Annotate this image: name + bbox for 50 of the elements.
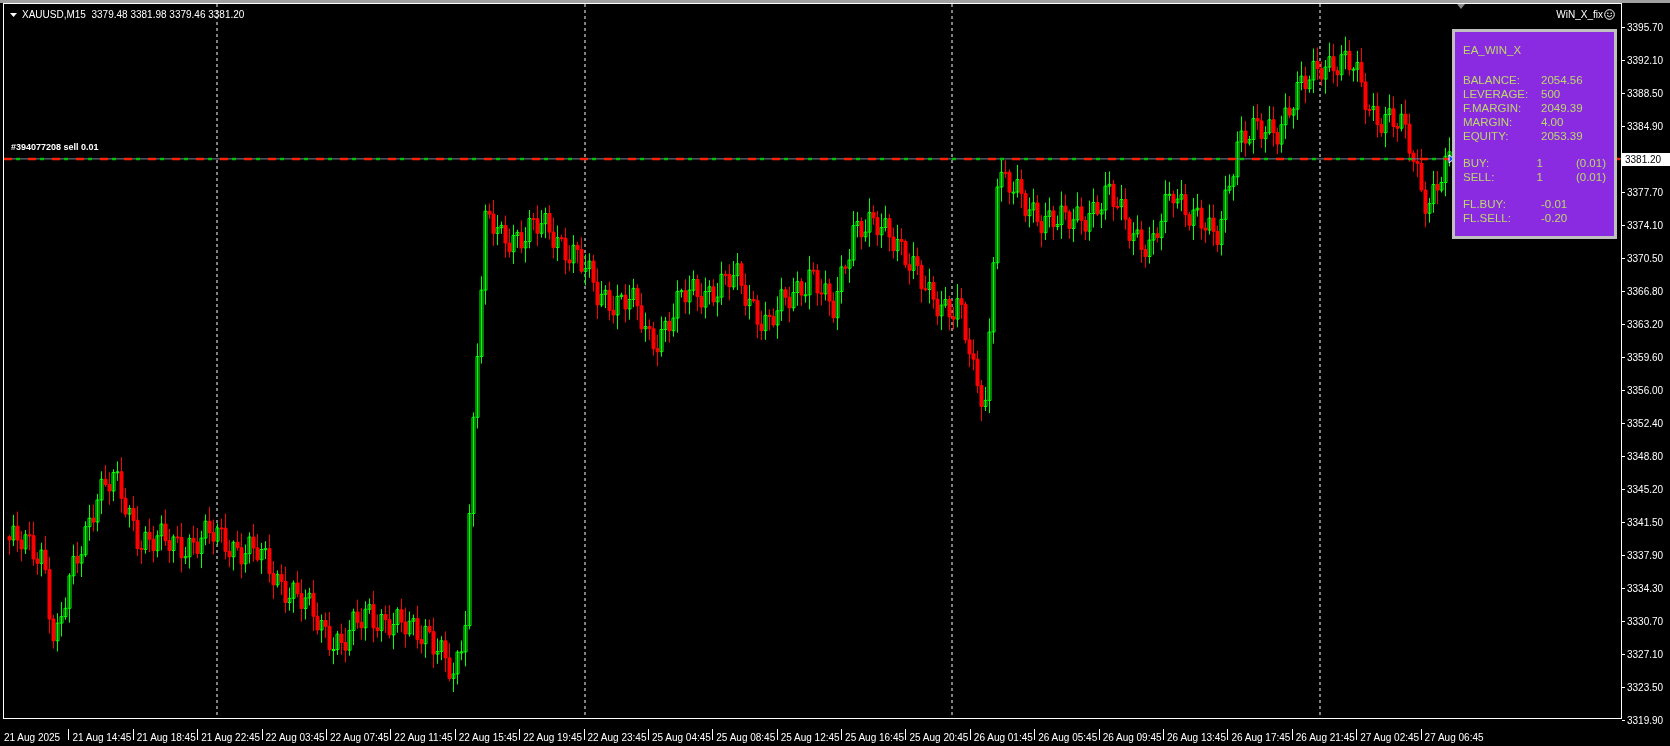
dropdown-icon[interactable] — [10, 12, 17, 17]
info-value: 4.00 — [1541, 115, 1565, 130]
price-label: 3337.90 — [1622, 539, 1670, 572]
shift-marker-icon[interactable] — [1457, 4, 1465, 9]
price-label: 3377.70 — [1622, 176, 1670, 209]
info-value: 1 — [1536, 170, 1544, 185]
info-label: FL.BUY: — [1463, 197, 1507, 212]
order-label: #394077208 sell 0.01 — [11, 141, 99, 154]
lot-size: (0.01) — [1575, 156, 1606, 171]
info-label: F.MARGIN: — [1463, 101, 1523, 116]
info-label: BALANCE: — [1463, 73, 1521, 88]
info-value: 2049.39 — [1541, 101, 1583, 116]
panel-title: EA_WIN_X — [1463, 43, 1523, 58]
price-label: 3330.70 — [1622, 605, 1670, 638]
price-label: 3370.50 — [1622, 242, 1670, 275]
info-value: 2053.39 — [1541, 129, 1583, 144]
price-label: 3366.80 — [1622, 275, 1670, 308]
price-label: 3352.40 — [1622, 407, 1670, 440]
info-value: -0.20 — [1541, 211, 1569, 226]
price-label: 3392.10 — [1622, 44, 1670, 77]
price-label: 3319.90 — [1622, 704, 1670, 737]
info-value: 1 — [1536, 156, 1544, 171]
info-label: EQUITY: — [1463, 129, 1510, 144]
current-price-label: 3381.20 — [1622, 153, 1670, 166]
price-label: 3323.50 — [1622, 671, 1670, 704]
price-label: 3388.50 — [1622, 77, 1670, 110]
info-label: LEVERAGE: — [1463, 87, 1530, 102]
arrow-icon — [1448, 154, 1455, 164]
info-value: 500 — [1541, 87, 1562, 102]
price-label: 3395.70 — [1622, 11, 1670, 44]
info-label: BUY: — [1463, 156, 1491, 171]
price-label: 3327.10 — [1622, 638, 1670, 671]
price-label: 3384.90 — [1622, 110, 1670, 143]
info-label: SELL: — [1463, 170, 1496, 185]
price-label: 3356.00 — [1622, 374, 1670, 407]
info-label: MARGIN: — [1463, 115, 1514, 130]
info-label: FL.SELL: — [1463, 211, 1512, 226]
info-value: -0.01 — [1541, 197, 1569, 212]
lot-size: (0.01) — [1575, 170, 1606, 185]
info-value: 2054.56 — [1541, 73, 1583, 88]
price-label: 3374.10 — [1622, 209, 1670, 242]
price-label: 3345.20 — [1622, 473, 1670, 506]
price-label: 3348.80 — [1622, 440, 1670, 473]
chart-header: XAUUSD,M15 3379.48 3381.98 3379.46 3381.20 — [22, 8, 245, 22]
price-label: 3341.50 — [1622, 506, 1670, 539]
price-label: 3334.30 — [1622, 572, 1670, 605]
smiley-icon — [1604, 9, 1615, 20]
price-label: 3363.20 — [1622, 308, 1670, 341]
price-label: 3359.60 — [1622, 341, 1670, 374]
expert-name: WiN_X_fix — [1556, 8, 1603, 22]
